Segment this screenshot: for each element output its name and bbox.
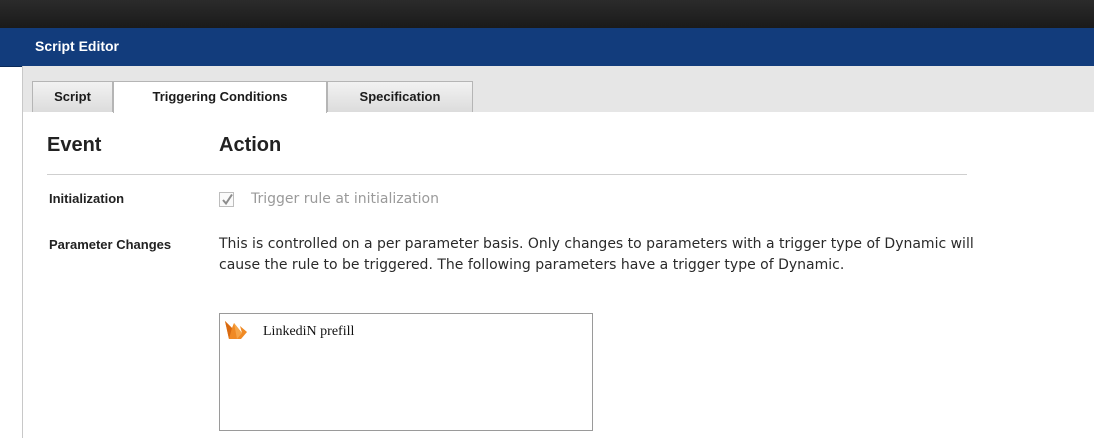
dynamic-parameters-list[interactable]: LinkediN prefill [219, 313, 593, 431]
action-column-header: Action [219, 134, 282, 156]
triggering-conditions-panel: Event Action Initialization Trigger rule… [22, 112, 1094, 438]
window-top-strip [0, 0, 1094, 28]
tab-specification-label: Specification [359, 89, 441, 104]
window-title-bar: Script Editor [0, 28, 1094, 67]
trigger-at-initialization-checkbox[interactable] [219, 192, 234, 207]
initialization-label: Initialization [49, 191, 125, 206]
tab-triggering-conditions[interactable]: Triggering Conditions [113, 81, 327, 113]
parameter-changes-description: This is controlled on a per parameter ba… [219, 236, 974, 273]
trigger-at-initialization-label: Trigger rule at initialization [251, 191, 439, 207]
parameter-name: LinkediN prefill [263, 324, 355, 339]
tab-triggering-conditions-label: Triggering Conditions [152, 89, 288, 104]
window-title: Script Editor [35, 38, 120, 54]
parameter-icon [223, 319, 249, 346]
header-divider [47, 174, 967, 175]
parameter-changes-label: Parameter Changes [49, 237, 172, 252]
list-item[interactable]: LinkediN prefill [223, 319, 583, 343]
checkmark-icon [222, 193, 233, 206]
event-column-header: Event [47, 134, 102, 156]
tab-strip: Script Triggering Conditions Specificati… [22, 66, 1094, 113]
tab-script-label: Script [54, 89, 91, 104]
tab-specification[interactable]: Specification [327, 81, 473, 112]
tab-script[interactable]: Script [32, 81, 113, 112]
